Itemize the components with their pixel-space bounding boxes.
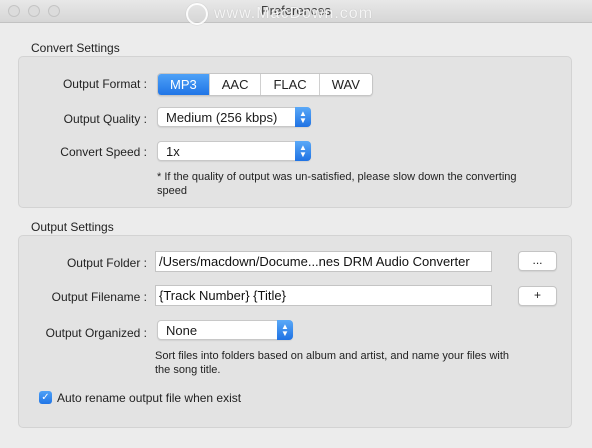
output-quality-select[interactable]: Medium (256 kbps) ▲ ▼ bbox=[157, 107, 311, 127]
convert-quality-note-line1: * If the quality of output was un-satisf… bbox=[157, 171, 517, 183]
title-bar: Preferences www.MacDown.com bbox=[0, 0, 592, 25]
format-mp3-option[interactable]: MP3 bbox=[158, 74, 209, 95]
organized-note: Sort files into folders based on album a… bbox=[155, 349, 565, 377]
convert-speed-value: 1x bbox=[166, 144, 180, 159]
output-settings-title: Output Settings bbox=[31, 220, 114, 234]
convert-quality-note-line2: speed bbox=[157, 185, 187, 197]
organized-note-line1: Sort files into folders based on album a… bbox=[155, 350, 510, 362]
output-organized-value: None bbox=[166, 323, 198, 338]
watermark-text: www.MacDown.com bbox=[214, 5, 374, 22]
convert-settings-title: Convert Settings bbox=[31, 41, 120, 55]
output-format-segmented-control[interactable]: MP3 AAC FLAC WAV bbox=[157, 73, 373, 96]
chevron-up-down-icon: ▲ ▼ bbox=[295, 107, 311, 127]
chevron-up-down-icon: ▲ ▼ bbox=[277, 320, 293, 340]
watermark: www.MacDown.com bbox=[186, 3, 374, 25]
output-folder-field[interactable]: /Users/macdown/Docume...nes DRM Audio Co… bbox=[155, 251, 492, 272]
watermark-logo-icon bbox=[186, 3, 208, 25]
output-filename-field[interactable]: {Track Number} {Title} bbox=[155, 285, 492, 306]
checkmark-icon: ✓ bbox=[41, 392, 50, 403]
browse-folder-button[interactable]: ... bbox=[518, 251, 557, 271]
auto-rename-label[interactable]: Auto rename output file when exist bbox=[57, 391, 241, 405]
output-folder-label: Output Folder : bbox=[66, 256, 147, 270]
format-aac-option[interactable]: AAC bbox=[208, 74, 261, 95]
chevron-up-down-icon: ▲ ▼ bbox=[295, 141, 311, 161]
convert-quality-note: * If the quality of output was un-satisf… bbox=[157, 170, 567, 198]
convert-speed-select[interactable]: 1x ▲ ▼ bbox=[157, 141, 311, 161]
output-organized-select[interactable]: None ▲ ▼ bbox=[157, 320, 293, 340]
format-wav-option[interactable]: WAV bbox=[318, 74, 372, 95]
add-filename-tag-button[interactable]: + bbox=[518, 286, 557, 306]
output-organized-label: Output Organized : bbox=[45, 326, 147, 340]
convert-speed-label: Convert Speed : bbox=[60, 145, 147, 159]
output-filename-label: Output Filename : bbox=[51, 290, 147, 304]
organized-note-line2: the song title. bbox=[155, 364, 221, 376]
output-quality-label: Output Quality : bbox=[63, 112, 147, 126]
output-quality-value: Medium (256 kbps) bbox=[166, 110, 278, 125]
auto-rename-checkbox[interactable]: ✓ bbox=[39, 391, 52, 404]
format-flac-option[interactable]: FLAC bbox=[260, 74, 319, 95]
output-format-label: Output Format : bbox=[62, 77, 147, 91]
